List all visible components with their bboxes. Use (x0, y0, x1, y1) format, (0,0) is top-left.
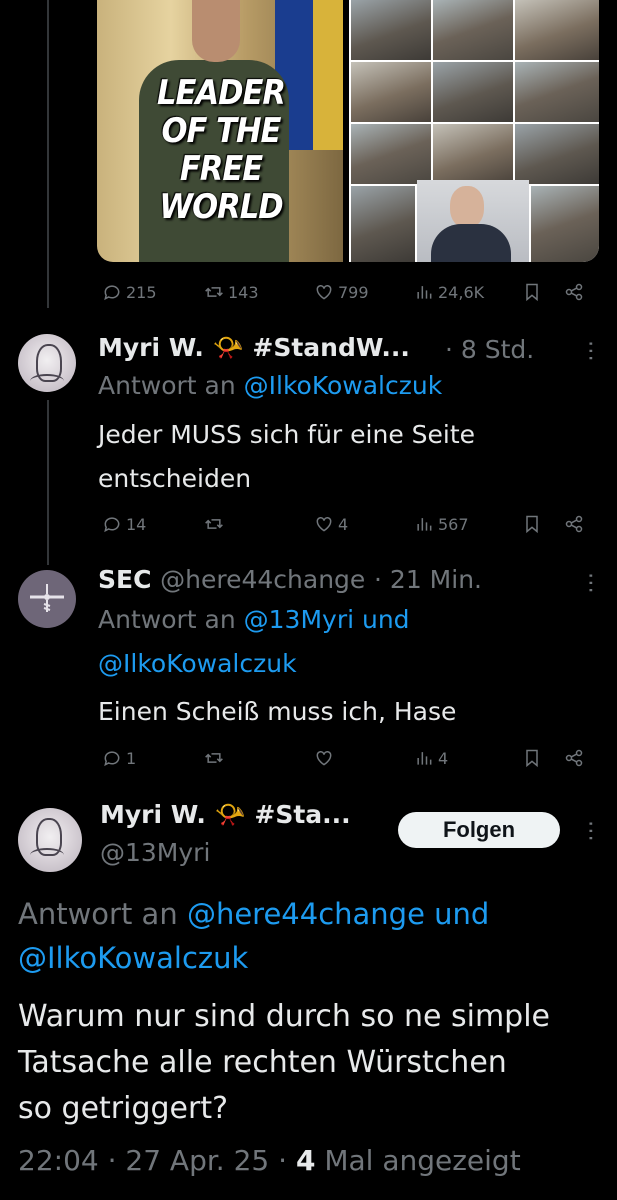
reply-count: 1 (126, 748, 137, 768)
views-button[interactable]: 567 (414, 514, 469, 534)
heart-icon (316, 516, 332, 532)
ruin-photo (351, 124, 431, 184)
avatar-sketch (30, 848, 64, 862)
retweet-icon (205, 753, 223, 763)
reply-button[interactable]: 1 (102, 748, 136, 768)
tweet-timestamp-views: 22:04 · 27 Apr. 25 · 4 Mal angezeigt (18, 1144, 521, 1177)
tweet-text: Jeder MUSS sich für eine Seite entscheid… (98, 420, 476, 493)
corkscrew-icon (30, 584, 64, 612)
thread-connector-line (47, 0, 49, 308)
heart-icon (316, 750, 332, 766)
mention-link[interactable]: @IlkoKowalczuk (244, 371, 443, 400)
share-icon (565, 515, 583, 533)
like-count: 4 (338, 514, 349, 534)
reply-count: 14 (126, 514, 147, 534)
like-button[interactable]: 4 (314, 514, 348, 534)
tweet-time[interactable]: · 21 Min. (374, 565, 482, 594)
views-button[interactable]: 24,6K (414, 282, 484, 302)
person-face (450, 186, 484, 228)
retweet-icon (205, 519, 223, 529)
bookmark-button[interactable] (522, 282, 542, 302)
ruin-photo (433, 0, 513, 60)
views-label: Mal angezeigt (324, 1144, 521, 1177)
ruin-photo (351, 0, 431, 60)
reply-button[interactable]: 14 (102, 514, 146, 534)
retweet-button[interactable]: 143 (204, 282, 259, 302)
ruin-photo (433, 124, 513, 184)
more-dots-icon[interactable]: ⋯ (578, 572, 603, 592)
person-head (192, 0, 240, 62)
tweet-time[interactable]: · 8 Std. (445, 335, 534, 364)
tweet-timestamp[interactable]: 22:04 · 27 Apr. 25 · (18, 1144, 287, 1177)
posthorn-emoji-icon: 📯 (214, 800, 246, 829)
reply-bubble-icon (104, 751, 120, 767)
avatar-sketch (30, 374, 64, 388)
bookmark-button[interactable] (522, 748, 542, 768)
views-count: 4 (438, 748, 449, 768)
image-caption: LEADER OF THE FREE WORLD (157, 73, 286, 227)
views-button[interactable]: 4 (414, 748, 448, 768)
heart-icon (316, 284, 332, 300)
reply-bubble-icon (104, 285, 120, 301)
like-count: 799 (338, 282, 369, 302)
avatar[interactable] (18, 334, 76, 392)
tweet-text: Einen Scheiß muss ich, Hase (98, 697, 457, 726)
like-button[interactable]: 799 (314, 282, 369, 302)
like-button[interactable] (314, 748, 338, 768)
person-suit (431, 224, 511, 262)
bookmark-icon (526, 749, 538, 768)
mention-link[interactable]: @IlkoKowalczuk (98, 649, 297, 678)
author-name[interactable]: Myri W. 📯 #Sta... (100, 800, 351, 830)
thread-connector-line (47, 400, 49, 565)
tweet-image-ruins-collage[interactable] (349, 0, 599, 262)
more-dots-icon[interactable]: ⋯ (578, 820, 603, 840)
bookmark-icon (526, 283, 538, 302)
author-name[interactable]: Myri W. 📯 #StandW... (98, 333, 410, 363)
views-bar-chart-icon (417, 518, 432, 531)
views-bar-chart-icon (417, 752, 432, 765)
reply-button[interactable]: 215 (102, 282, 157, 302)
avatar[interactable] (18, 570, 76, 628)
mention-link[interactable]: @here44change und (187, 897, 489, 931)
author-name[interactable]: SEC @here44change · 21 Min. (98, 565, 482, 594)
follow-button[interactable]: Folgen (398, 812, 560, 848)
mention-link[interactable]: @13Myri und (244, 605, 410, 634)
bookmark-icon (526, 515, 538, 534)
retweet-count: 143 (228, 282, 259, 302)
ruin-photo (515, 0, 599, 60)
share-button[interactable] (564, 282, 584, 302)
ruin-photo (351, 186, 415, 262)
tweet-image-zelensky[interactable]: LEADER OF THE FREE WORLD (97, 0, 343, 262)
views-number: 4 (295, 1144, 316, 1177)
retweet-icon (205, 287, 223, 297)
ruin-photo (433, 62, 513, 122)
reply-context: Antwort an @13Myri und @IlkoKowalczuk (98, 605, 410, 678)
putin-photo (417, 180, 529, 262)
views-count: 24,6K (438, 282, 485, 302)
views-bar-chart-icon (417, 286, 432, 299)
avatar[interactable] (18, 808, 82, 872)
ruin-photo (515, 62, 599, 122)
bookmark-button[interactable] (522, 514, 542, 534)
mention-link[interactable]: @IlkoKowalczuk (18, 941, 248, 975)
ruin-photo (515, 124, 599, 184)
posthorn-emoji-icon: 📯 (212, 333, 244, 362)
author-handle[interactable]: @13Myri (100, 838, 210, 867)
share-icon (565, 283, 583, 301)
share-button[interactable] (564, 748, 584, 768)
share-icon (565, 749, 583, 767)
reply-bubble-icon (104, 517, 120, 533)
share-button[interactable] (564, 514, 584, 534)
retweet-button[interactable] (204, 514, 228, 534)
reply-count: 215 (126, 282, 157, 302)
tweet-text: Warum nur sind durch so ne simple Tatsac… (18, 999, 551, 1126)
reply-context: Antwort an @here44change und @IlkoKowalc… (18, 897, 490, 975)
ruin-photo (531, 186, 599, 262)
reply-context: Antwort an @IlkoKowalczuk (98, 371, 443, 400)
views-count: 567 (438, 514, 469, 534)
more-dots-icon[interactable]: ⋯ (578, 340, 603, 360)
ruin-photo (351, 62, 431, 122)
author-handle[interactable]: @here44change (160, 565, 365, 594)
retweet-button[interactable] (204, 748, 228, 768)
